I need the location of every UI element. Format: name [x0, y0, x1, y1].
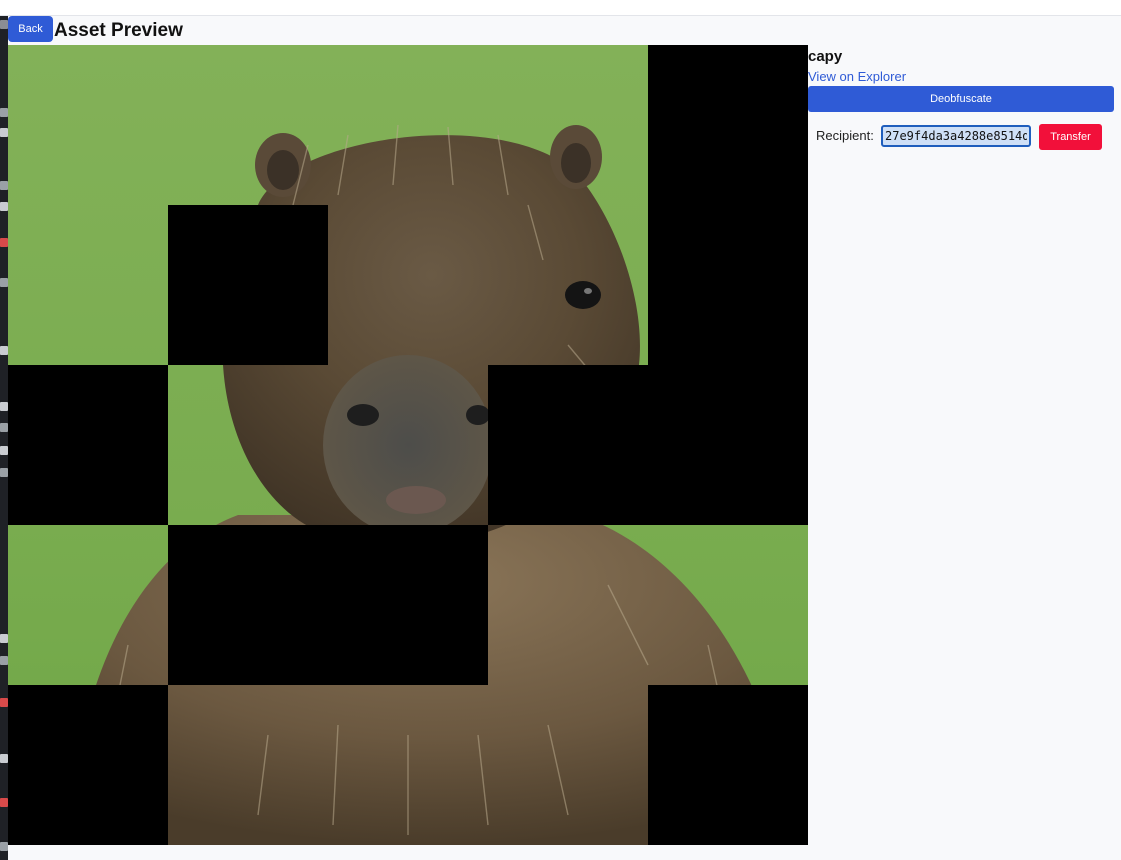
hidden-tile — [168, 205, 328, 365]
hidden-tile — [648, 45, 808, 205]
hidden-tile — [8, 365, 168, 525]
view-on-explorer-link[interactable]: View on Explorer — [808, 69, 906, 84]
back-button[interactable]: Back — [8, 16, 53, 42]
hidden-tile — [8, 685, 168, 845]
hidden-tile — [648, 365, 808, 525]
transfer-button[interactable]: Transfer — [1039, 124, 1102, 150]
page-title: Asset Preview — [54, 20, 183, 41]
asset-preview-image — [8, 45, 808, 845]
hidden-tile — [648, 205, 808, 365]
top-bar — [0, 0, 1121, 16]
hidden-tile — [328, 525, 488, 685]
hidden-tile — [488, 365, 648, 525]
deobfuscate-button[interactable]: Deobfuscate — [808, 86, 1114, 112]
background-window-strip — [0, 16, 8, 860]
recipient-label: Recipient: — [816, 128, 874, 143]
hidden-tile — [168, 525, 328, 685]
asset-name: capy — [808, 48, 843, 65]
hidden-tile — [648, 685, 808, 845]
recipient-input[interactable] — [881, 125, 1031, 147]
